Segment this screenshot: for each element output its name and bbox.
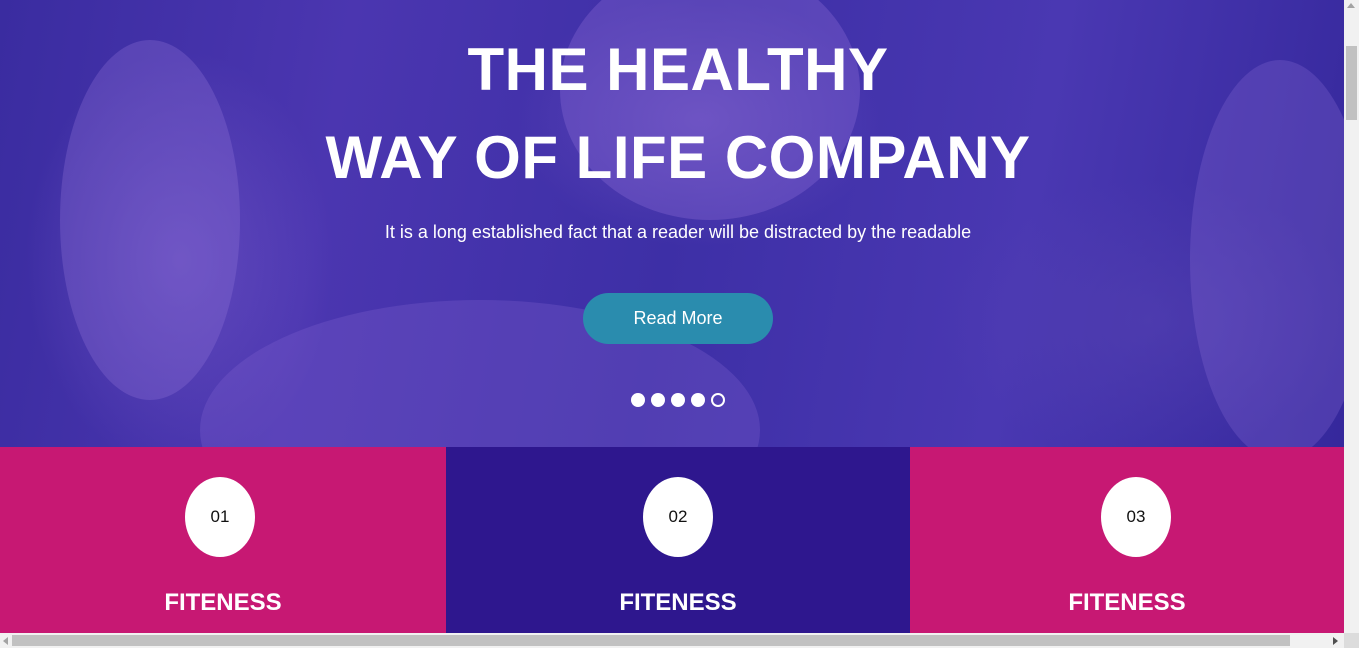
vertical-scrollbar[interactable] (1344, 0, 1359, 633)
feature-title: FITENESS (1068, 589, 1186, 616)
feature-card-2: 02 FITENESS (446, 447, 910, 633)
feature-number-badge: 02 (643, 477, 713, 557)
slider-dot[interactable] (651, 393, 665, 407)
feature-title: FITENESS (619, 589, 737, 616)
slider-dots (631, 393, 725, 407)
scroll-left-arrow-icon[interactable] (3, 637, 8, 645)
hero-title-line1: THE HEALTHY (467, 36, 889, 103)
feature-number-badge: 01 (185, 477, 255, 557)
horizontal-scrollbar[interactable] (0, 633, 1344, 648)
slider-dot[interactable] (691, 393, 705, 407)
hero-background-arm-right (1190, 60, 1344, 447)
feature-number-badge: 03 (1101, 477, 1171, 557)
hero-title-line2: WAY OF LIFE COMPANY (325, 124, 1031, 191)
feature-card-3: 03 FITENESS (910, 447, 1344, 633)
slider-dot-active[interactable] (711, 393, 725, 407)
feature-title: FITENESS (164, 589, 282, 616)
page-viewport: THE HEALTHY WAY OF LIFE COMPANY It is a … (0, 0, 1344, 633)
vertical-scrollbar-thumb[interactable] (1346, 46, 1357, 120)
hero-subtitle: It is a long established fact that a rea… (384, 222, 972, 242)
hero-banner: THE HEALTHY WAY OF LIFE COMPANY It is a … (0, 0, 1344, 447)
slider-dot[interactable] (631, 393, 645, 407)
feature-card-1: 01 FITENESS (0, 447, 446, 633)
scroll-right-arrow-icon[interactable] (1333, 637, 1338, 645)
features-row: 01 FITENESS 02 FITENESS 03 FITENESS (0, 447, 1344, 633)
scrollbar-corner (1344, 633, 1359, 648)
read-more-button[interactable]: Read More (583, 293, 773, 344)
scroll-up-arrow-icon[interactable] (1347, 3, 1355, 8)
horizontal-scrollbar-thumb[interactable] (12, 635, 1290, 646)
slider-dot[interactable] (671, 393, 685, 407)
